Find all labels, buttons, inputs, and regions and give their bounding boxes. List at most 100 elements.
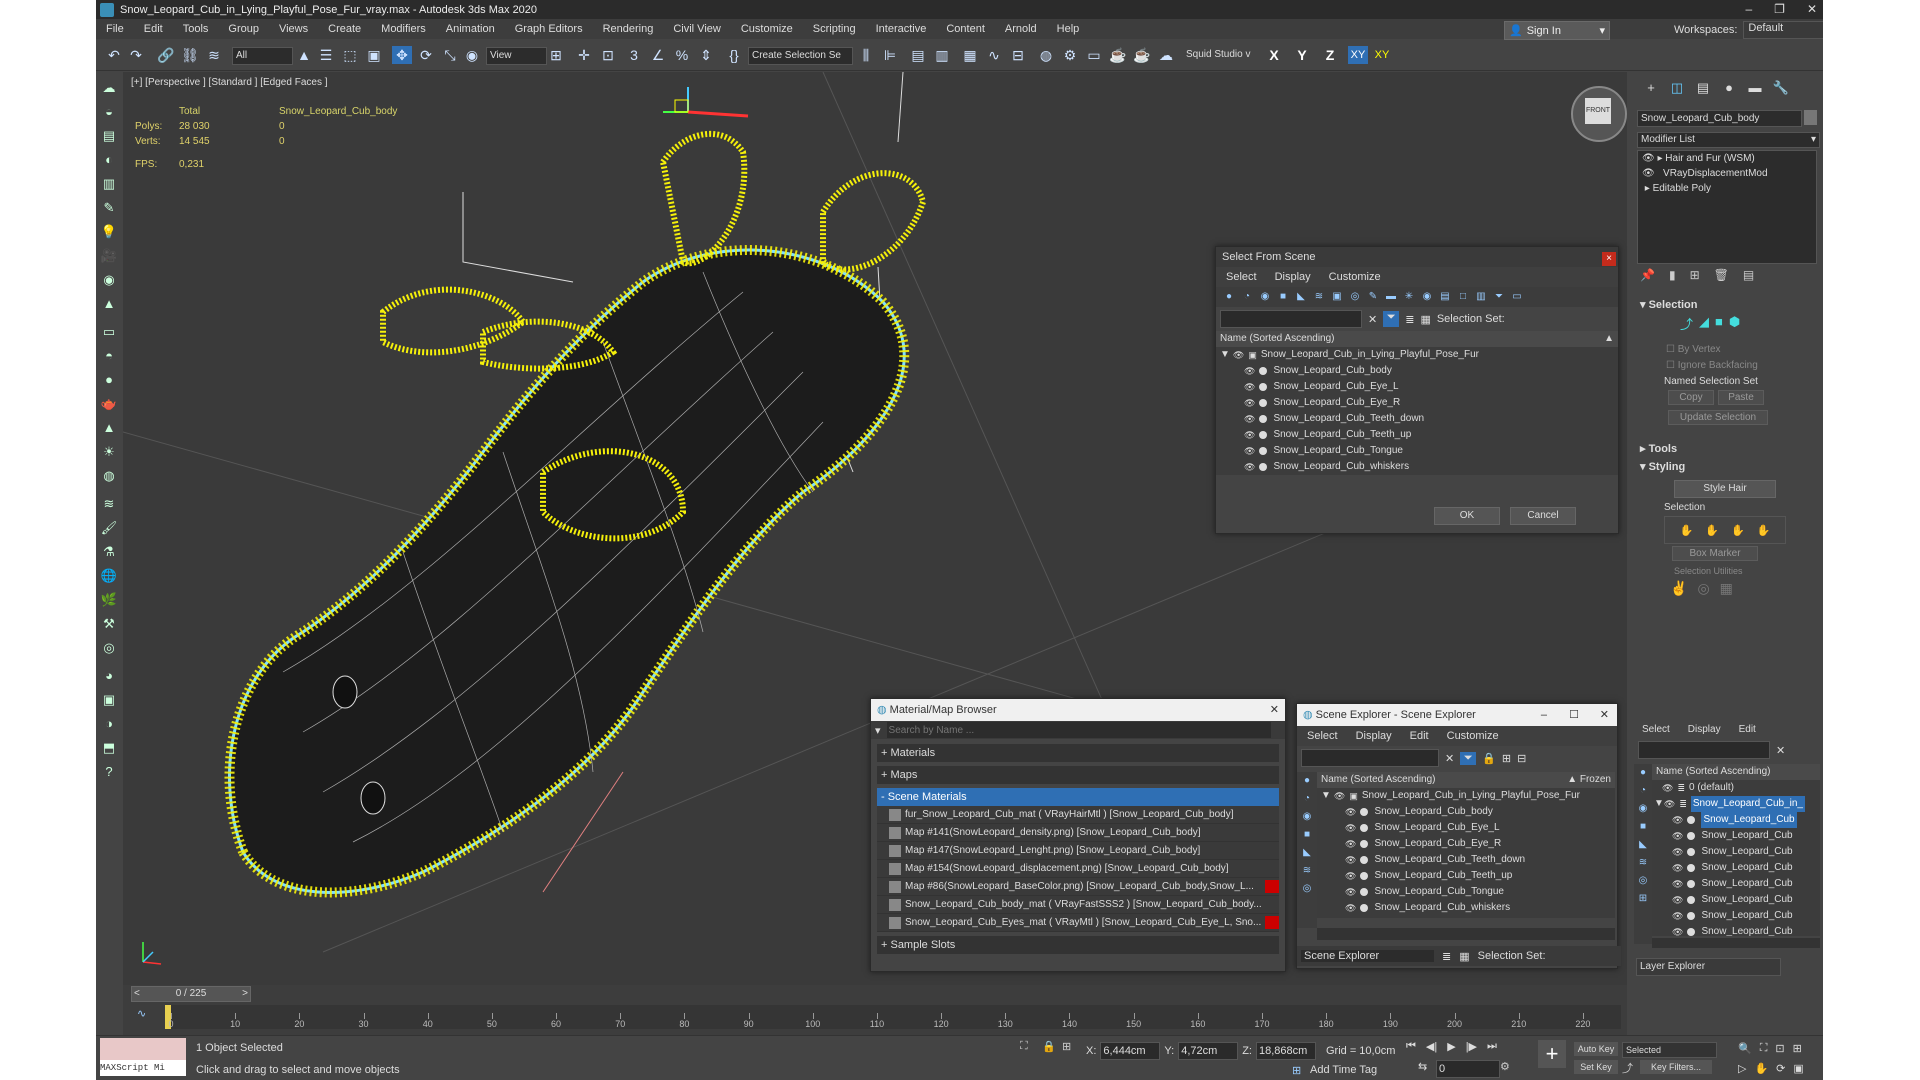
teapot-icon[interactable]: 🫖 — [99, 394, 119, 414]
list-item[interactable]: 👁 Snow_Leopard_Cub_Eye_R — [1216, 395, 1618, 411]
xref-filter-icon[interactable]: ◎ — [1348, 290, 1362, 304]
menu-group[interactable]: Group — [218, 23, 269, 35]
clear-icon[interactable]: ✕ — [1776, 744, 1785, 757]
paint-icon[interactable]: 🖌 — [99, 518, 119, 538]
close-icon[interactable]: ✕ — [1807, 0, 1817, 19]
clear-icon[interactable]: ✕ — [1445, 752, 1454, 765]
layer-list-item[interactable]: 👁 Snow_Leopard_Cub — [1652, 860, 1820, 876]
polygon-icon[interactable]: ■ — [1715, 314, 1723, 333]
layer-horizontal-scrollbar[interactable] — [1652, 938, 1820, 948]
link-icon[interactable]: 🔗 — [156, 46, 176, 64]
align-icon[interactable]: ⊫ — [880, 46, 900, 64]
menu-customize[interactable]: Customize — [1447, 726, 1499, 746]
transform-gizmo[interactable] — [663, 87, 749, 118]
percent-snap-icon[interactable]: % — [672, 46, 692, 64]
paste-button[interactable]: Paste — [1718, 390, 1764, 405]
menu-help[interactable]: Help — [1047, 23, 1090, 35]
hierarchy-icon[interactable]: ▤ — [99, 126, 119, 146]
selection-set-icon[interactable]: ▦ — [1459, 950, 1469, 963]
list-item[interactable]: 👁 Snow_Leopard_Cub_whiskers — [1216, 459, 1618, 475]
list-item[interactable]: 👁 Snow_Leopard_Cub_Tongue — [1216, 443, 1618, 459]
track-bar[interactable]: 0 10 20 30 40 50 60 70 80 90 100 110 120 130 140 150 160… — [165, 1005, 1621, 1029]
visibility-icon[interactable]: 👁 — [1244, 363, 1255, 379]
ok-button[interactable]: OK — [1434, 507, 1500, 525]
menu-display[interactable]: Display — [1356, 726, 1392, 746]
menu-rendering[interactable]: Rendering — [593, 23, 664, 35]
menu-views[interactable]: Views — [269, 23, 318, 35]
selection-set-icon[interactable]: ▦ — [1420, 313, 1430, 326]
undo-icon[interactable]: ↶ — [104, 46, 124, 64]
menu-customize[interactable]: Customize — [731, 23, 803, 35]
go-to-end-icon[interactable]: ⏭ — [1487, 1040, 1497, 1053]
modifier-icon[interactable]: ⚗ — [99, 542, 119, 562]
cone-icon[interactable]: ▲ — [99, 418, 119, 438]
orbit-icon[interactable]: ⟳ — [1776, 1062, 1785, 1075]
motion-icon[interactable]: ◐ — [99, 150, 119, 170]
restore-icon[interactable]: ❐ — [1774, 0, 1785, 19]
layers-icon[interactable]: ≣ — [1442, 950, 1451, 963]
select-by-name-icon[interactable]: ☰ — [316, 46, 336, 64]
sky-icon[interactable]: ◍ — [99, 466, 119, 486]
window-crossing-icon[interactable]: ▣ — [364, 46, 384, 64]
object-name-field[interactable]: Snow_Leopard_Cub_body — [1637, 110, 1802, 127]
make-unique-icon[interactable]: ⊞ — [1690, 268, 1700, 282]
select-hair-icon[interactable]: ✋ — [1680, 524, 1694, 537]
visibility-icon[interactable]: 👁 — [1244, 411, 1255, 427]
list-item[interactable]: 👁 Snow_Leopard_Cub_body — [1216, 363, 1618, 379]
menu-edit[interactable]: Edit — [1739, 724, 1756, 735]
configure-sets-icon[interactable]: ▤ — [1743, 268, 1754, 282]
sign-in-dropdown[interactable]: 👤 Sign In ▾ — [1504, 21, 1610, 40]
column-header[interactable]: Name (Sorted Ascending) ▲ Frozen — [1317, 772, 1615, 788]
move-icon[interactable]: ✥ — [392, 46, 412, 64]
cancel-button[interactable]: Cancel — [1510, 507, 1576, 525]
x-coordinate-field[interactable]: 6,444cm — [1100, 1042, 1161, 1060]
play-icon[interactable]: ▶ — [1447, 1040, 1455, 1053]
set-key-big-icon[interactable]: + — [1538, 1040, 1566, 1068]
axis-x-button[interactable]: X — [1264, 46, 1284, 64]
shape-icon[interactable]: ▲ — [99, 294, 119, 314]
zoom-extents-icon[interactable]: ⊡ — [1775, 1042, 1784, 1055]
filter-funnel-icon[interactable]: ⏷ — [1460, 751, 1477, 765]
select-all-icon[interactable]: ▤ — [1438, 290, 1452, 304]
visibility-icon[interactable]: 👁 — [1244, 459, 1255, 475]
bind-spacewarp-icon[interactable]: ≋ — [204, 46, 224, 64]
geometry-filter-icon[interactable]: ● — [1222, 290, 1236, 304]
y-coordinate-field[interactable]: 4,72cm — [1178, 1042, 1239, 1060]
hidden-filter-icon[interactable]: ◉ — [1420, 290, 1434, 304]
list-item[interactable]: 👁 Snow_Leopard_Cub_Teeth_down — [1317, 852, 1615, 868]
by-vertex-checkbox[interactable]: ☐ By Vertex — [1666, 344, 1721, 355]
visibility-icon[interactable]: 👁 — [1345, 900, 1356, 916]
ribbon-icon[interactable]: ▦ — [960, 46, 980, 64]
select-object-icon[interactable]: ▲ — [294, 46, 314, 64]
modifier-list-dropdown[interactable]: Modifier List ▾ — [1637, 132, 1820, 148]
menu-graph-editors[interactable]: Graph Editors — [505, 23, 593, 35]
zoom-icon[interactable]: 🔍 — [1738, 1042, 1752, 1055]
unlink-icon[interactable]: ⛓ — [180, 46, 200, 64]
rollout-selection[interactable]: ▾ Selection — [1640, 298, 1697, 311]
folder-icon[interactable]: ▭ — [1510, 290, 1524, 304]
visibility-icon[interactable]: 👁 — [1672, 876, 1683, 892]
shape-filter-icon[interactable]: ◔ — [1240, 290, 1254, 304]
curve-editor-icon[interactable]: ∿ — [984, 46, 1004, 64]
select-all-hair-icon[interactable]: ✋ — [1705, 524, 1719, 537]
utilities-tab-icon[interactable]: 🔧 — [1772, 80, 1790, 98]
spinner-snap-icon[interactable]: ⇕ — [696, 46, 716, 64]
horizontal-scrollbar[interactable] — [1317, 928, 1615, 940]
invert-hair-icon[interactable]: ✋ — [1757, 524, 1771, 537]
absolute-mode-icon[interactable]: ⊞ — [1062, 1040, 1071, 1053]
light-filter-icon[interactable]: ◉ — [1258, 290, 1272, 304]
layer-list-item[interactable]: 👁 Snow_Leopard_Cub — [1652, 828, 1820, 844]
visibility-icon[interactable]: 👁 — [1345, 884, 1356, 900]
selection-filter-select[interactable]: All — [232, 47, 293, 65]
visibility-icon[interactable]: 👁 — [1244, 427, 1255, 443]
squid-studio-label[interactable]: Squid Studio v — [1186, 49, 1251, 60]
list-item[interactable]: 👁 Snow_Leopard_Cub_Teeth_down — [1216, 411, 1618, 427]
scene-material-row[interactable]: Map #147(SnowLeopard_Lenght.png) [Snow_L… — [877, 842, 1279, 860]
frame-buffer-icon[interactable]: ▣ — [99, 690, 119, 710]
plane-icon[interactable]: ▭ — [99, 322, 119, 342]
minimize-icon[interactable]: – — [1745, 0, 1752, 19]
camera-icon[interactable]: 🎥 — [99, 246, 119, 266]
fov-icon[interactable]: ▷ — [1738, 1062, 1746, 1075]
menu-create[interactable]: Create — [318, 23, 371, 35]
pin-stack-icon[interactable]: 📌 — [1640, 268, 1655, 282]
